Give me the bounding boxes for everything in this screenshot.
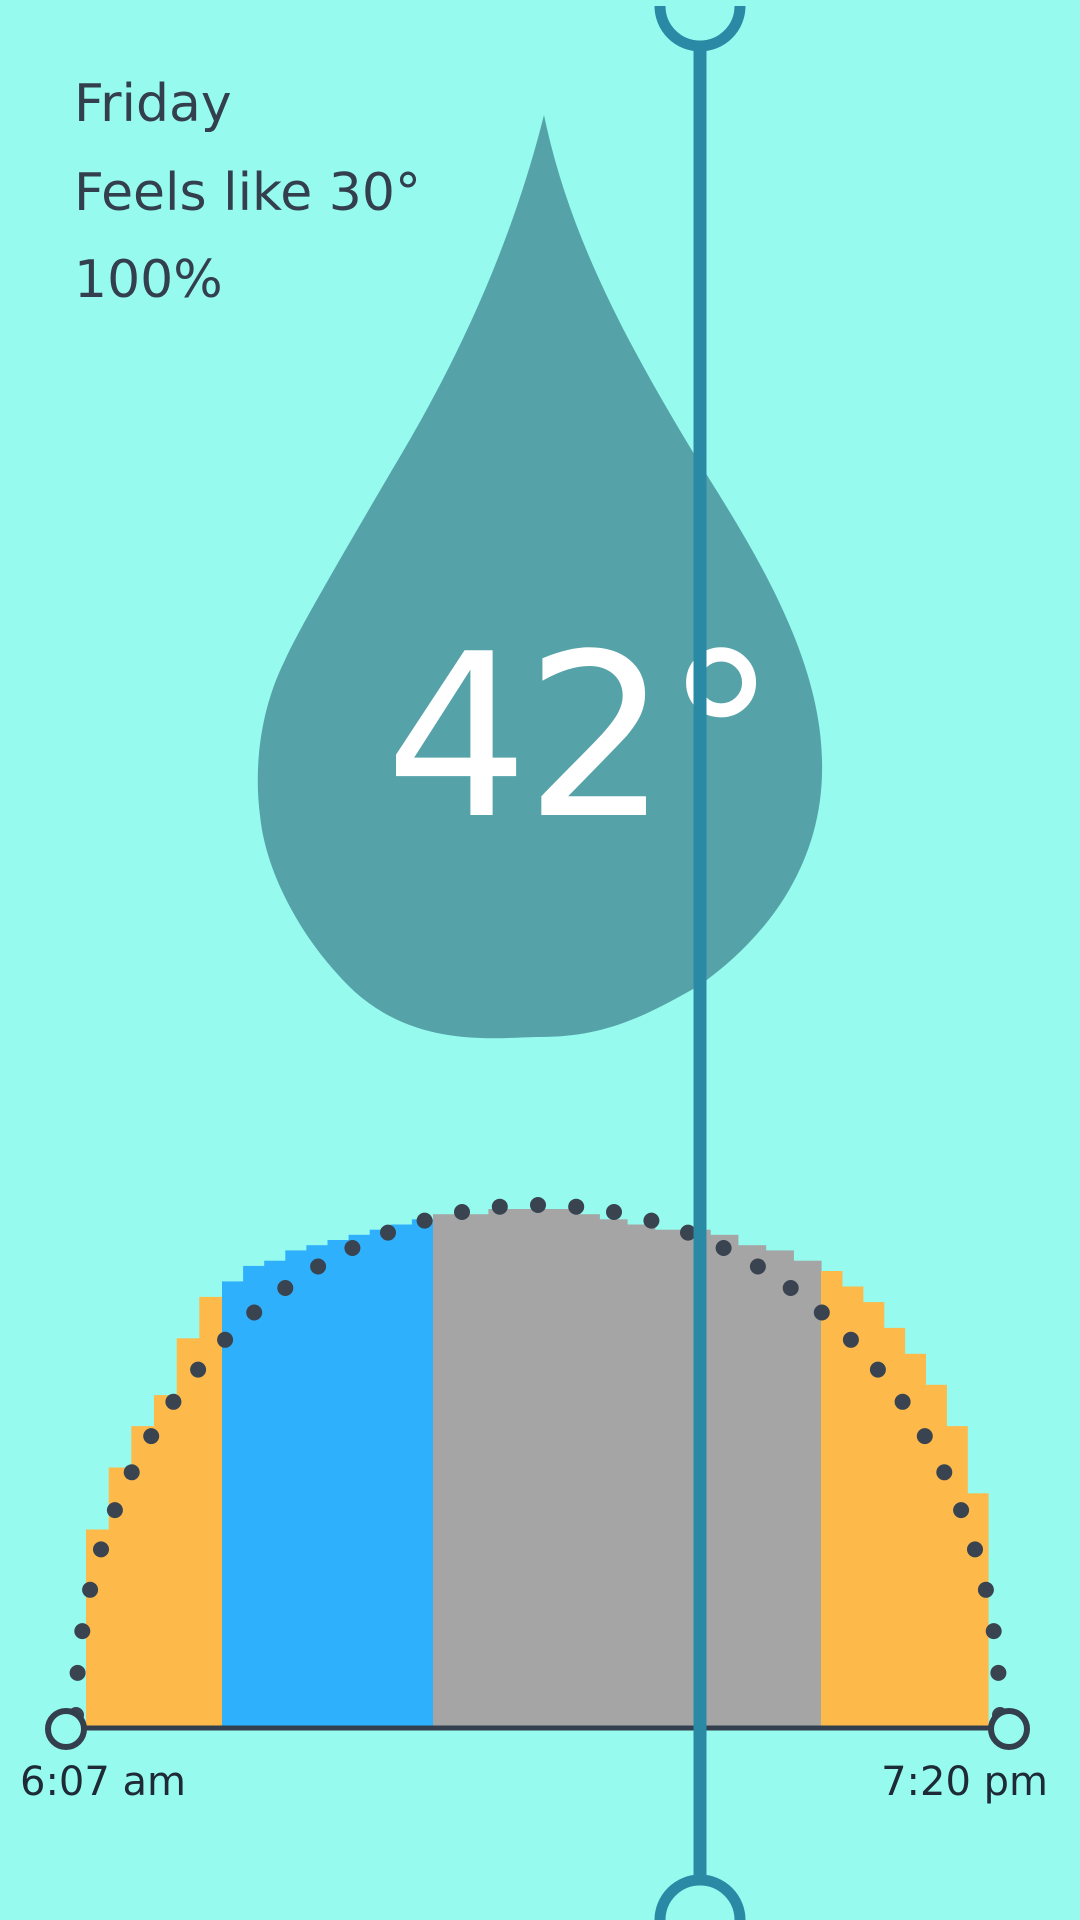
slider-top-handle[interactable] xyxy=(654,5,746,52)
time-slider[interactable] xyxy=(0,0,1080,1920)
slider-bottom-handle[interactable] xyxy=(654,1874,746,1920)
